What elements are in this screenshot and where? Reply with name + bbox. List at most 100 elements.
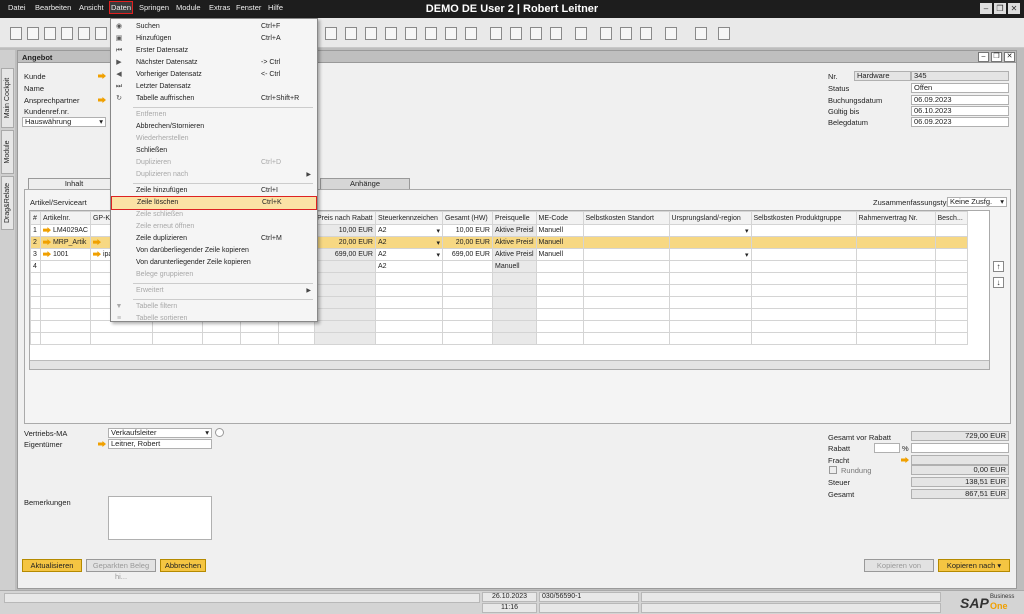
column-header[interactable]: Gesamt (HW) bbox=[441, 211, 493, 225]
menu-item-zeile-erneut-oeffnen[interactable]: Zeile erneut öffnen bbox=[111, 221, 317, 233]
menu-item-erster-datensatz[interactable]: ⏮ Erster Datensatz bbox=[111, 45, 317, 57]
side-tab-main-cockpit[interactable]: Main Cockpit bbox=[1, 68, 14, 128]
toolbar-icon-4[interactable] bbox=[385, 27, 397, 40]
menu-item-erweitert[interactable]: Erweitert ▶ bbox=[111, 285, 317, 297]
aktualisieren-button[interactable]: Aktualisieren bbox=[22, 559, 82, 572]
menu-item-suchen[interactable]: ◉ Suchen Ctrl+F bbox=[111, 21, 317, 33]
menu-item-von-darunter-kopieren[interactable]: Von darunterliegender Zeile kopieren bbox=[111, 257, 317, 269]
eigentuemer-field[interactable]: Leitner, Robert bbox=[108, 439, 212, 449]
buchungsdatum-field[interactable]: 06.09.2023 bbox=[911, 95, 1009, 105]
side-tab-module[interactable]: Module bbox=[1, 130, 14, 174]
menu-item-entfernen[interactable]: Entfernen bbox=[111, 109, 317, 121]
menu-item-duplizieren-nach[interactable]: Duplizieren nach ▶ bbox=[111, 169, 317, 181]
geparkten-beleg-button[interactable]: Geparkten Beleg hi... bbox=[86, 559, 156, 581]
belegdatum-field[interactable]: 06.09.2023 bbox=[911, 117, 1009, 127]
nr-series-field[interactable]: Hardware bbox=[854, 71, 911, 81]
menu-item-tabelle-sortieren[interactable]: ≡ Tabelle sortieren bbox=[111, 313, 317, 323]
column-header[interactable]: Ursprungsland/-region bbox=[668, 211, 752, 225]
toolbar-icon-14[interactable] bbox=[600, 27, 612, 40]
new-document-icon[interactable] bbox=[10, 27, 22, 40]
nr-value-field[interactable]: 345 bbox=[911, 71, 1009, 81]
window-restore-icon[interactable]: ❐ bbox=[991, 52, 1002, 62]
print-preview-icon[interactable] bbox=[44, 27, 56, 40]
toolbar-icon-12[interactable] bbox=[550, 27, 562, 40]
bemerkungen-textarea[interactable] bbox=[108, 496, 212, 540]
move-row-down-icon[interactable]: ↓ bbox=[993, 277, 1004, 288]
menu-item-zeile-loeschen[interactable]: Zeile löschen Ctrl+K bbox=[111, 196, 317, 210]
menu-item-letzter-datensatz[interactable]: ⏭ Letzter Datensatz bbox=[111, 81, 317, 93]
column-header[interactable]: ME-Code bbox=[535, 211, 584, 225]
kopieren-von-button[interactable]: Kopieren von bbox=[864, 559, 934, 572]
toolbar-icon-9[interactable] bbox=[490, 27, 502, 40]
menu-item-tabelle-filtern[interactable]: ▼ Tabelle filtern bbox=[111, 301, 317, 313]
menu-item-abbrechen-stornieren[interactable]: Abbrechen/Stornieren bbox=[111, 121, 317, 133]
gesamt-label: Gesamt bbox=[828, 490, 855, 499]
menu-item-zeile-schliessen[interactable]: Zeile schließen bbox=[111, 209, 317, 221]
info-icon[interactable] bbox=[215, 428, 224, 437]
menu-item-duplizieren[interactable]: Duplizieren Ctrl+D bbox=[111, 157, 317, 169]
status-time: 11:16 bbox=[482, 603, 537, 613]
horizontal-scrollbar[interactable] bbox=[30, 360, 989, 369]
toolbar-icon-16[interactable] bbox=[640, 27, 652, 40]
column-header[interactable]: Artikelnr. bbox=[40, 211, 91, 225]
column-header[interactable]: Preis nach Rabatt bbox=[313, 211, 376, 225]
window-minimize-icon[interactable]: – bbox=[978, 52, 989, 62]
fax-icon[interactable] bbox=[61, 27, 73, 40]
menu-item-wiederherstellen[interactable]: Wiederherstellen bbox=[111, 133, 317, 145]
toolbar-icon-13[interactable] bbox=[575, 27, 587, 40]
menu-item-zeile-hinzufuegen[interactable]: Zeile hinzufügen Ctrl+I bbox=[111, 185, 317, 197]
link-arrow-icon[interactable] bbox=[98, 73, 106, 79]
menu-item-zeile-duplizieren[interactable]: Zeile duplizieren Ctrl+M bbox=[111, 233, 317, 245]
link-arrow-icon[interactable] bbox=[98, 441, 106, 447]
column-header[interactable]: Besch... bbox=[934, 211, 968, 225]
toolbar-icon-17[interactable] bbox=[665, 27, 677, 40]
move-row-up-icon[interactable]: ↑ bbox=[993, 261, 1004, 272]
column-header[interactable]: Selbstkosten Standort bbox=[582, 211, 670, 225]
status-field[interactable]: Offen bbox=[911, 83, 1009, 93]
abbrechen-button[interactable]: Abbrechen bbox=[160, 559, 206, 572]
vertriebs-ma-select[interactable]: Verkaufsleiter ▾ bbox=[108, 428, 212, 438]
column-header[interactable]: # bbox=[30, 211, 41, 225]
rabatt-percent-field[interactable] bbox=[874, 443, 900, 453]
toolbar-icon-5[interactable] bbox=[405, 27, 417, 40]
column-header[interactable]: Rahmenvertrag Nr. bbox=[855, 211, 936, 225]
gueltig-bis-field[interactable]: 06.10.2023 bbox=[911, 106, 1009, 116]
window-close-icon[interactable]: ✕ bbox=[1004, 52, 1015, 62]
toolbar-icon-10[interactable] bbox=[510, 27, 522, 40]
rabatt-amount-field[interactable] bbox=[911, 443, 1009, 453]
toolbar-icon-8[interactable] bbox=[465, 27, 477, 40]
restore-icon[interactable]: ❐ bbox=[994, 3, 1006, 14]
toolbar-icon-6[interactable] bbox=[425, 27, 437, 40]
menu-item-von-darueber-kopieren[interactable]: Von darüberliegender Zeile kopieren bbox=[111, 245, 317, 257]
close-icon[interactable]: ✕ bbox=[1008, 3, 1020, 14]
zusammenfassung-select[interactable]: Keine Zusfg. ▾ bbox=[947, 197, 1007, 207]
menu-item-schliessen[interactable]: Schließen bbox=[111, 145, 317, 157]
side-tab-drag-relate[interactable]: Drag&Relate bbox=[1, 176, 14, 230]
help-icon[interactable] bbox=[695, 27, 707, 40]
rundung-checkbox[interactable] bbox=[829, 466, 837, 474]
link-arrow-icon[interactable] bbox=[98, 97, 106, 103]
menu-item-hinzufuegen[interactable]: ▣ Hinzufügen Ctrl+A bbox=[111, 33, 317, 45]
menu-item-naechster-datensatz[interactable]: ▶ Nächster Datensatz -> Ctrl bbox=[111, 57, 317, 69]
print-icon[interactable] bbox=[27, 27, 39, 40]
link-arrow-icon bbox=[92, 251, 101, 258]
menu-item-vorheriger-datensatz[interactable]: ◀ Vorheriger Datensatz <- Ctrl bbox=[111, 69, 317, 81]
kopieren-nach-button[interactable]: Kopieren nach ▾ bbox=[938, 559, 1010, 572]
toolbar-icon-3[interactable] bbox=[365, 27, 377, 40]
column-header[interactable]: Preisquelle bbox=[491, 211, 537, 225]
toolbar-icon-2[interactable] bbox=[345, 27, 357, 40]
toolbar-icon-15[interactable] bbox=[620, 27, 632, 40]
waehrung-select[interactable]: Hauswährung ▾ bbox=[22, 117, 106, 127]
toolbar-icon-18[interactable] bbox=[718, 27, 730, 40]
word-export-icon[interactable] bbox=[95, 27, 107, 40]
toolbar-icon-1[interactable] bbox=[325, 27, 337, 40]
menu-item-tabelle-auffrischen[interactable]: ↻ Tabelle auffrischen Ctrl+Shift+R bbox=[111, 93, 317, 105]
link-arrow-icon[interactable] bbox=[901, 457, 909, 463]
menu-item-belege-gruppieren[interactable]: Belege gruppieren bbox=[111, 269, 317, 281]
email-icon[interactable] bbox=[78, 27, 90, 40]
toolbar-icon-7[interactable] bbox=[445, 27, 457, 40]
column-header[interactable]: Steuerkennzeichen bbox=[374, 211, 443, 225]
column-header[interactable]: Selbstkosten Produktgruppe bbox=[750, 211, 857, 225]
minimize-icon[interactable]: – bbox=[980, 3, 992, 14]
toolbar-icon-11[interactable] bbox=[530, 27, 542, 40]
